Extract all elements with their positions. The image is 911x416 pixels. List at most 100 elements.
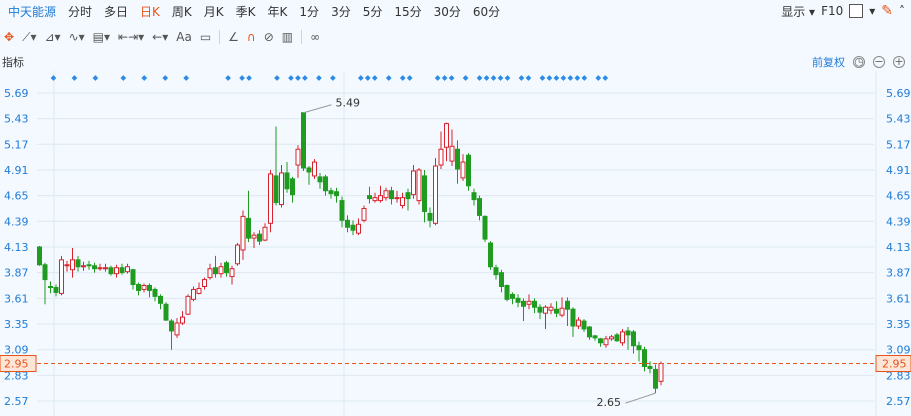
range-tool-icon[interactable]: ⇤⇥▾	[114, 28, 148, 46]
candle-up[interactable]	[361, 207, 367, 221]
candle-down[interactable]	[532, 300, 537, 308]
tab-monthly-k[interactable]: 月K	[198, 3, 230, 20]
candle-down[interactable]	[323, 176, 328, 192]
text-tool[interactable]: Aa	[172, 28, 196, 46]
candle-down[interactable]	[317, 176, 323, 183]
stock-name[interactable]: 中天能源	[0, 3, 62, 20]
candle-up[interactable]	[185, 295, 191, 315]
candle-down[interactable]	[537, 306, 543, 313]
candle-up[interactable]	[559, 307, 565, 316]
tab-weekly-k[interactable]: 周K	[166, 3, 198, 20]
candle-up[interactable]	[268, 173, 273, 224]
candle-up[interactable]	[576, 319, 581, 327]
candle-down[interactable]	[334, 191, 339, 197]
candle-down[interactable]	[614, 334, 620, 342]
candle-down[interactable]	[477, 198, 482, 216]
candle-down[interactable]	[339, 200, 345, 221]
candle-down[interactable]	[86, 264, 92, 267]
candle-up[interactable]	[235, 244, 240, 265]
candle-down[interactable]	[37, 246, 42, 266]
candle-down[interactable]	[48, 285, 53, 288]
candle-down[interactable]	[130, 269, 136, 286]
candle-down[interactable]	[554, 308, 559, 314]
tab-quarterly-k[interactable]: 季K	[230, 3, 262, 20]
candle-up[interactable]	[543, 306, 548, 314]
candle-up[interactable]	[548, 306, 554, 311]
adjust-dropdown[interactable]: 前复权	[812, 54, 845, 70]
candle-down[interactable]	[631, 331, 636, 347]
tab-1min[interactable]: 1分	[293, 3, 325, 20]
candle-up[interactable]	[180, 316, 185, 324]
candle-down[interactable]	[499, 272, 504, 287]
zoom-out-icon[interactable]: −	[873, 56, 885, 68]
candle-up[interactable]	[114, 267, 119, 275]
candle-down[interactable]	[653, 368, 658, 389]
checkbox-square-icon[interactable]	[849, 4, 864, 18]
candle-down[interactable]	[488, 242, 493, 268]
trash-icon[interactable]: ▥	[278, 28, 297, 46]
candle-up[interactable]	[262, 226, 268, 241]
candle-up[interactable]	[394, 197, 400, 200]
candle-up[interactable]	[609, 336, 614, 340]
candle-down[interactable]	[504, 285, 510, 300]
candle-up[interactable]	[125, 266, 130, 273]
checkbox-dropdown-icon[interactable]: ▾	[869, 4, 875, 18]
candle-down[interactable]	[92, 265, 97, 270]
candle-up[interactable]	[438, 148, 444, 166]
candle-up[interactable]	[196, 287, 202, 294]
candle-up[interactable]	[59, 259, 64, 294]
candle-up[interactable]	[312, 161, 317, 177]
candle-down[interactable]	[169, 320, 174, 332]
zoom-in-icon[interactable]: +	[893, 56, 905, 68]
candle-down[interactable]	[290, 178, 295, 196]
tab-60min[interactable]: 60分	[467, 3, 506, 20]
indicator-label[interactable]: 指标	[0, 54, 24, 70]
candle-down[interactable]	[405, 192, 411, 200]
candle-up[interactable]	[207, 268, 213, 279]
candle-up[interactable]	[202, 279, 207, 287]
candle-down[interactable]	[42, 264, 48, 281]
candle-down[interactable]	[345, 219, 350, 228]
tab-30min[interactable]: 30分	[428, 3, 467, 20]
candle-down[interactable]	[647, 365, 653, 369]
channel-tool-icon[interactable]: ⊿▾	[41, 28, 65, 46]
candle-up[interactable]	[251, 234, 257, 239]
candle-down[interactable]	[636, 345, 642, 351]
pen-icon[interactable]: ✎	[881, 3, 893, 19]
candle-up[interactable]	[279, 172, 284, 206]
candle-up[interactable]	[356, 223, 361, 234]
arrow-tool-icon[interactable]: ←▾	[148, 28, 172, 46]
candle-down[interactable]	[246, 217, 251, 239]
candle-down[interactable]	[273, 175, 279, 204]
candle-down[interactable]	[493, 267, 499, 276]
move-cross-icon[interactable]: ✥	[0, 28, 18, 46]
candle-down[interactable]	[455, 148, 460, 170]
candle-down[interactable]	[163, 303, 169, 321]
candle-down[interactable]	[350, 224, 356, 231]
candle-up[interactable]	[433, 165, 438, 224]
candle-down[interactable]	[598, 338, 603, 344]
candle-down[interactable]	[224, 262, 229, 274]
collapse-icon[interactable]: ˄	[899, 4, 905, 18]
display-dropdown[interactable]: 显示 ▾	[781, 3, 815, 20]
candle-up[interactable]	[97, 267, 103, 270]
candle-down[interactable]	[570, 308, 576, 327]
candle-down[interactable]	[213, 267, 218, 275]
candle-up[interactable]	[240, 215, 246, 251]
candle-down[interactable]	[108, 267, 114, 275]
candle-down[interactable]	[510, 293, 515, 299]
candle-down[interactable]	[471, 192, 477, 201]
candle-down[interactable]	[482, 215, 488, 240]
candle-down[interactable]	[284, 172, 290, 190]
candle-up[interactable]	[658, 363, 664, 382]
candle-down[interactable]	[389, 190, 394, 200]
candle-down[interactable]	[565, 300, 570, 310]
tab-multiday[interactable]: 多日	[98, 3, 134, 20]
candle-up[interactable]	[444, 123, 449, 148]
candle-up[interactable]	[103, 267, 108, 270]
candle-up[interactable]	[295, 148, 301, 166]
candle-up[interactable]	[229, 268, 235, 278]
candle-down[interactable]	[642, 349, 647, 367]
tab-daily-k[interactable]: 日K	[134, 3, 166, 20]
candle-up[interactable]	[141, 285, 147, 290]
